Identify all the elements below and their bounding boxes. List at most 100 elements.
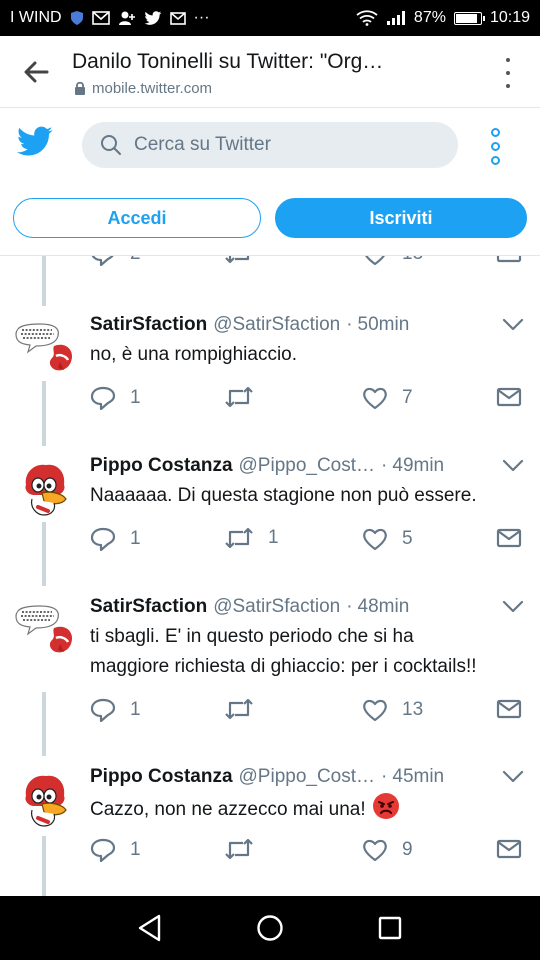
tweet[interactable]: Pippo Costanza @Pippo_Cost… · 49min Naaaaaa.…	[0, 455, 540, 561]
carrier-label: I WIND	[10, 9, 62, 26]
tweet-menu-button[interactable]	[502, 459, 524, 478]
share-message-button[interactable]	[496, 256, 522, 264]
search-bar[interactable]	[82, 122, 458, 168]
like-button[interactable]: 13	[362, 698, 423, 722]
user-handle[interactable]: @SatirSfaction	[213, 596, 340, 618]
like-count: 13	[402, 699, 424, 720]
thread-line	[42, 256, 46, 306]
retweet-button[interactable]: 1	[224, 527, 279, 549]
tweet[interactable]: Pippo Costanza @Pippo_Cost… · 45min Cazzo, n…	[0, 766, 540, 872]
retweet-icon	[225, 386, 253, 408]
retweet-button[interactable]	[224, 838, 268, 860]
back-button[interactable]	[16, 56, 56, 88]
share-message-button[interactable]	[496, 527, 522, 549]
thread-line	[42, 836, 46, 896]
battery-icon	[453, 11, 485, 25]
like-button[interactable]: 13	[362, 256, 423, 266]
like-button[interactable]: 9	[362, 838, 413, 862]
tweet-timestamp[interactable]: 49min	[392, 455, 444, 477]
browser-toolbar: Danilo Toninelli su Twitter: "Org… mobil…	[0, 36, 540, 108]
tweet-header: SatirSfaction @SatirSfaction · 50min	[90, 314, 510, 336]
heart-icon	[365, 256, 385, 266]
avatar[interactable]	[12, 314, 78, 380]
share-message-button[interactable]	[496, 698, 522, 720]
nav-home-button[interactable]	[240, 903, 300, 953]
user-display-name[interactable]: Pippo Costanza	[90, 455, 233, 477]
thread-line	[42, 522, 46, 586]
avatar[interactable]	[12, 596, 78, 662]
user-display-name[interactable]: SatirSfaction	[90, 314, 207, 336]
avatar[interactable]	[12, 455, 78, 521]
signup-button[interactable]: Iscriviti	[275, 198, 527, 238]
tweet-header: Pippo Costanza @Pippo_Cost… · 45min	[90, 766, 510, 788]
envelope-icon	[496, 699, 522, 719]
like-count: 13	[402, 256, 423, 265]
retweet-button[interactable]	[224, 698, 268, 720]
tweet-timestamp[interactable]: 48min	[358, 596, 410, 618]
tweet-timestamp[interactable]: 45min	[392, 766, 444, 788]
retweet-count: 1	[268, 527, 279, 548]
reply-button[interactable]: 1	[90, 527, 141, 551]
tweet-menu-button[interactable]	[502, 600, 524, 619]
page-url[interactable]: mobile.twitter.com	[74, 80, 212, 97]
retweet-button[interactable]	[224, 386, 268, 408]
tweet-actions: 1 1 5	[90, 527, 530, 557]
reply-button[interactable]: 2	[90, 256, 141, 266]
reply-button[interactable]: 1	[90, 838, 141, 862]
share-message-button[interactable]	[496, 386, 522, 408]
tweet-text: Naaaaaa. Di questa stagione non può esse…	[90, 481, 530, 511]
mail-icon	[91, 11, 110, 25]
nav-recents-button[interactable]	[360, 903, 420, 953]
reply-icon	[90, 527, 116, 551]
reply-button[interactable]: 1	[90, 698, 141, 722]
share-message-button[interactable]	[496, 838, 522, 860]
retweet-icon	[225, 838, 253, 860]
auth-bar: Accedi Iscriviti	[0, 180, 540, 256]
tweet-menu-button[interactable]	[502, 770, 524, 789]
reply-count: 1	[130, 839, 141, 860]
reply-button[interactable]: 1	[90, 386, 141, 410]
reply-count: 1	[130, 699, 141, 720]
battery-percent: 87%	[413, 9, 446, 26]
thread-line	[42, 381, 46, 446]
more-options-button[interactable]	[491, 128, 500, 165]
retweet-button[interactable]	[224, 256, 254, 264]
reply-icon	[90, 838, 116, 862]
tweet[interactable]: SatirSfaction @SatirSfaction · 48min ti sbag…	[0, 596, 540, 732]
reply-count: 1	[130, 528, 141, 549]
add-contact-icon	[118, 10, 136, 26]
signal-icon	[386, 11, 406, 25]
tweet-menu-button[interactable]	[502, 318, 524, 337]
lock-icon	[75, 81, 85, 95]
tweet-header: SatirSfaction @SatirSfaction · 48min	[90, 596, 510, 618]
shield-icon	[70, 10, 84, 26]
twitter-logo-icon[interactable]	[16, 126, 54, 163]
tweet-text-line: Cazzo, non ne azzecco mai una!	[90, 799, 366, 820]
tweet[interactable]: SatirSfaction @SatirSfaction · 50min no, è u…	[0, 314, 540, 420]
browser-menu-button[interactable]	[498, 58, 518, 88]
tweet-text-line: Naaaaaa. Di questa stagione non può esse…	[90, 485, 477, 506]
separator-dot: ·	[346, 314, 353, 335]
like-count: 5	[402, 528, 413, 549]
login-button[interactable]: Accedi	[13, 198, 261, 238]
like-button[interactable]: 5	[362, 527, 413, 551]
nav-back-button[interactable]	[120, 903, 180, 953]
heart-icon	[363, 528, 387, 551]
user-handle[interactable]: @Pippo_Cost…	[239, 455, 376, 477]
tweet-timestamp[interactable]: 50min	[358, 314, 410, 336]
reply-count: 2	[130, 256, 141, 265]
reply-icon	[90, 698, 116, 722]
arrow-left-icon	[24, 61, 49, 83]
like-button[interactable]: 7	[362, 386, 413, 410]
user-handle[interactable]: @SatirSfaction	[213, 314, 340, 336]
reply-icon	[90, 386, 116, 410]
avatar[interactable]	[12, 766, 78, 832]
user-display-name[interactable]: SatirSfaction	[90, 596, 207, 618]
user-display-name[interactable]: Pippo Costanza	[90, 766, 233, 788]
tweet-header: Pippo Costanza @Pippo_Cost… · 49min	[90, 455, 510, 477]
tweet-text-line: maggiore richiesta di ghiaccio: per i co…	[90, 656, 477, 677]
search-input[interactable]	[134, 134, 434, 156]
page-title: Danilo Toninelli su Twitter: "Org…	[72, 50, 384, 73]
envelope-icon	[496, 839, 522, 859]
user-handle[interactable]: @Pippo_Cost…	[239, 766, 376, 788]
